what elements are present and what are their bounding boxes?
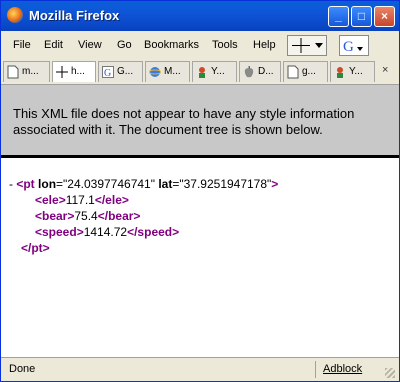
crosshair-icon [292, 38, 323, 53]
tab-label: m... [22, 66, 39, 77]
tab-6[interactable]: D... [239, 61, 281, 82]
pt-open-tag-end: > [271, 177, 279, 191]
yahoo-icon [199, 67, 205, 78]
minimize-button[interactable]: _ [328, 6, 349, 27]
status-text: Done [9, 363, 36, 375]
tab-label: Y... [349, 66, 363, 77]
svg-text:G: G [104, 68, 111, 79]
xml-info-bar: This XML file does not appear to have an… [1, 85, 399, 158]
status-bar: Done Adblock [1, 357, 399, 381]
menu-go[interactable]: Go [117, 39, 132, 51]
firefox-icon [7, 7, 23, 23]
menu-bar: File Edit View Go Bookmarks Tools Help G [1, 31, 399, 60]
google-icon: G [102, 66, 114, 79]
bear-value: 75.4 [74, 209, 98, 223]
ele-close-tag: </ele> [94, 193, 129, 207]
xml-pt-close-line: </pt> [21, 240, 50, 256]
tab-3[interactable]: G G... [98, 61, 143, 82]
menu-view[interactable]: View [78, 39, 102, 51]
speed-value: 1414.72 [83, 225, 128, 239]
speed-close-tag: </speed> [127, 225, 180, 239]
lon-attribute: lon [38, 177, 57, 191]
toolbar-crosshair-button[interactable] [287, 35, 327, 56]
svg-text:G: G [343, 39, 354, 55]
page-icon [287, 65, 299, 79]
tab-label: h... [71, 66, 85, 77]
title-bar[interactable]: Mozilla Firefox _ □ × [1, 1, 399, 31]
ele-value: 117.1 [65, 193, 95, 207]
adblock-button[interactable]: Adblock [323, 363, 362, 375]
tab-4[interactable]: M... [145, 61, 190, 82]
lon-value: ="24.0397746741" [56, 177, 155, 191]
xml-info-message: This XML file does not appear to have an… [13, 106, 355, 137]
bear-close-tag: </bear> [97, 209, 141, 223]
xml-speed-line: <speed>1414.72</speed> [35, 224, 179, 240]
lat-attribute: lat [158, 177, 173, 191]
search-engine-button[interactable]: G [339, 35, 369, 56]
lat-value: ="37.9251947178" [172, 177, 272, 191]
xml-ele-line: <ele>117.1</ele> [35, 192, 129, 208]
xml-bear-line: <bear>75.4</bear> [35, 208, 140, 224]
tab-label: Y... [211, 66, 225, 77]
menu-tools[interactable]: Tools [212, 39, 238, 51]
pt-close-tag: </pt> [21, 241, 50, 255]
tab-5[interactable]: Y... [192, 61, 237, 82]
crosshair-icon [56, 66, 68, 78]
menu-help[interactable]: Help [253, 39, 276, 51]
yahoo-icon [337, 67, 343, 78]
collapse-toggle[interactable]: - [9, 177, 13, 191]
window-title: Mozilla Firefox [29, 8, 120, 23]
tab-label: D... [258, 66, 274, 77]
resize-grip-icon[interactable] [385, 368, 395, 378]
xml-pt-line: - <pt lon="24.0397746741" lat="37.925194… [9, 176, 278, 192]
maximize-button[interactable]: □ [351, 6, 372, 27]
apple-icon [244, 66, 254, 78]
menu-file[interactable]: File [13, 39, 31, 51]
browser-window: Mozilla Firefox _ □ × File Edit View Go … [0, 0, 400, 382]
close-button[interactable]: × [374, 6, 395, 27]
xml-document-tree: - <pt lon="24.0397746741" lat="37.925194… [1, 158, 399, 357]
tab-7[interactable]: g... [283, 61, 328, 82]
google-icon: G [343, 39, 363, 55]
bear-open-tag: <bear> [35, 209, 75, 223]
tab-label: G... [117, 66, 134, 77]
tab-label: g... [302, 66, 316, 77]
tab-2[interactable]: h... [52, 61, 96, 82]
menu-edit[interactable]: Edit [44, 39, 63, 51]
tab-bar: m... h... G G... M... Y... D... g... Y.. [1, 59, 399, 85]
tab-1[interactable]: m... [3, 61, 50, 82]
tab-label: M... [164, 66, 181, 77]
close-tab-icon[interactable]: × [382, 64, 388, 76]
page-icon [7, 65, 19, 79]
pt-open-tag: <pt [16, 177, 35, 191]
menu-bookmarks[interactable]: Bookmarks [144, 39, 199, 51]
status-divider [315, 361, 316, 378]
tab-8[interactable]: Y... [330, 61, 375, 82]
ie-icon [149, 67, 161, 77]
speed-open-tag: <speed> [35, 225, 84, 239]
ele-open-tag: <ele> [35, 193, 66, 207]
